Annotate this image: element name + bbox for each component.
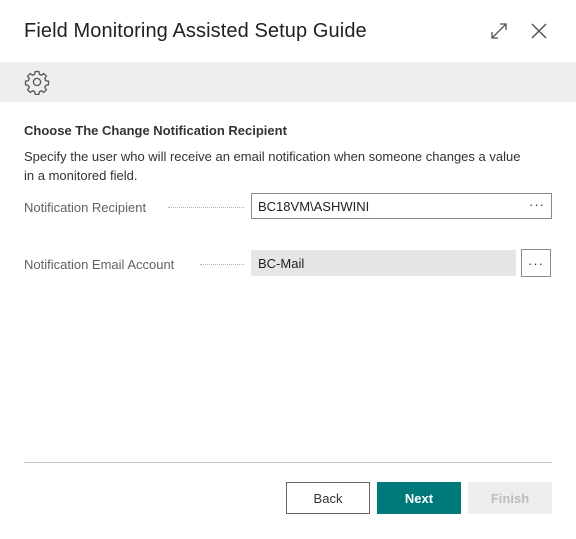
next-button[interactable]: Next xyxy=(377,482,461,514)
finish-button[interactable]: Finish xyxy=(468,482,552,514)
email-account-row: Notification Email Account xyxy=(24,255,174,273)
email-account-label: Notification Email Account xyxy=(24,256,175,272)
recipient-field[interactable]: BC18VM\ASHWINI ··· xyxy=(251,193,552,219)
instructions-text: Specify the user who will receive an ema… xyxy=(24,149,521,183)
recipient-row: Notification Recipient xyxy=(24,198,146,216)
email-account-value: BC-Mail xyxy=(258,255,305,271)
back-button[interactable]: Back xyxy=(286,482,370,514)
dialog-title: Field Monitoring Assisted Setup Guide xyxy=(24,20,367,42)
email-account-field[interactable]: BC-Mail xyxy=(251,250,516,276)
gear-icon[interactable] xyxy=(24,69,50,96)
expand-icon[interactable] xyxy=(488,20,510,42)
setup-guide-dialog: Field Monitoring Assisted Setup Guide Ch… xyxy=(0,0,576,539)
recipient-leader-dots xyxy=(168,207,244,208)
recipient-lookup-button[interactable]: ··· xyxy=(529,197,545,212)
recipient-label: Notification Recipient xyxy=(24,199,147,215)
footer-divider xyxy=(24,462,552,463)
email-account-leader-dots xyxy=(200,264,244,265)
close-icon[interactable] xyxy=(528,20,550,42)
recipient-value: BC18VM\ASHWINI xyxy=(258,198,370,214)
title-actions xyxy=(488,20,550,42)
toolbar xyxy=(0,62,576,102)
section-title: Choose The Change Notification Recipient xyxy=(24,123,287,138)
email-account-lookup-button[interactable]: ··· xyxy=(521,249,551,277)
